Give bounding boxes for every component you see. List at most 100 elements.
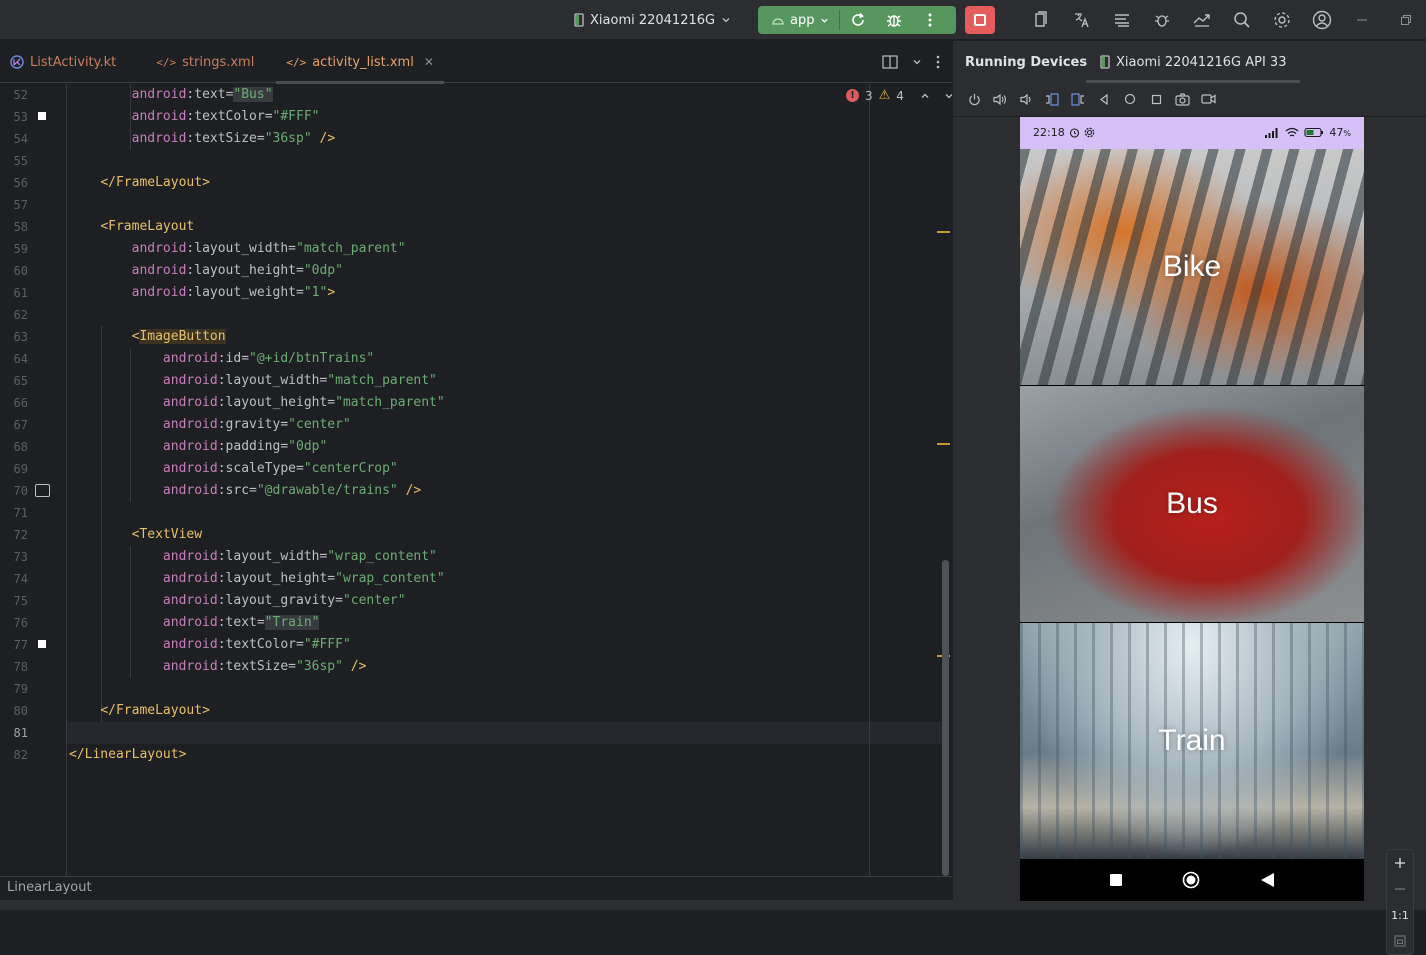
layout-inspector-button[interactable] bbox=[1022, 6, 1062, 34]
tab-activity-list-xml[interactable]: </> activity_list.xml ✕ bbox=[276, 41, 444, 84]
home-button[interactable] bbox=[1117, 89, 1143, 109]
code-line[interactable]: 75 android:layout_gravity="center" bbox=[0, 590, 940, 612]
code-line[interactable]: 52 android:text="Bus" bbox=[0, 84, 940, 106]
chevron-down-icon[interactable] bbox=[944, 91, 952, 101]
fit-screen-button[interactable] bbox=[1387, 928, 1413, 954]
back-nav-icon[interactable] bbox=[1260, 872, 1275, 888]
code-line[interactable]: 60 android:layout_height="0dp" bbox=[0, 260, 940, 282]
line-number: 67 bbox=[13, 418, 28, 432]
code-line[interactable]: 72 <TextView bbox=[0, 524, 940, 546]
train-image-button[interactable]: Train bbox=[1020, 623, 1364, 859]
code-text: android:id="@+id/btnTrains" bbox=[162, 351, 375, 366]
code-line[interactable]: 69 android:scaleType="centerCrop" bbox=[0, 458, 940, 480]
rotate-left-button[interactable] bbox=[1039, 89, 1065, 109]
device-tab[interactable]: Xiaomi 22041216G API 33 bbox=[1086, 41, 1301, 83]
restore-button[interactable] bbox=[1396, 10, 1416, 30]
device-manager-button[interactable] bbox=[1182, 6, 1222, 34]
battery-icon bbox=[1304, 127, 1324, 138]
bus-image-button[interactable]: Bus bbox=[1020, 386, 1364, 622]
code-line[interactable]: 70 android:src="@drawable/trains" /> bbox=[0, 480, 940, 502]
screen-record-button[interactable] bbox=[1195, 89, 1221, 109]
volume-down-button[interactable] bbox=[1013, 89, 1039, 109]
code-line[interactable]: 59 android:layout_width="match_parent" bbox=[0, 238, 940, 260]
code-text: android:layout_width="match_parent" bbox=[131, 241, 406, 256]
split-editor-icon[interactable] bbox=[882, 55, 898, 69]
volume-up-button[interactable] bbox=[987, 89, 1013, 109]
breadcrumb[interactable]: LinearLayout bbox=[7, 880, 92, 895]
code-line[interactable]: 67 android:gravity="center" bbox=[0, 414, 940, 436]
debug-button[interactable] bbox=[876, 6, 912, 34]
zoom-in-button[interactable] bbox=[1387, 850, 1413, 876]
more-actions-button[interactable] bbox=[912, 6, 948, 34]
code-line[interactable]: 82 </LinearLayout> bbox=[0, 744, 940, 766]
code-line[interactable]: 77 android:textColor="#FFF" bbox=[0, 634, 940, 656]
code-line[interactable]: 81 bbox=[0, 722, 940, 744]
code-line[interactable]: 53 android:textColor="#FFF" bbox=[0, 106, 940, 128]
chevron-up-icon[interactable] bbox=[920, 91, 930, 101]
run-config-selector[interactable]: app bbox=[758, 10, 841, 30]
code-text: android:textColor="#FFF" bbox=[131, 109, 320, 124]
account-button[interactable] bbox=[1302, 6, 1342, 34]
apply-changes-button[interactable] bbox=[840, 6, 876, 34]
line-number: 79 bbox=[13, 682, 28, 696]
stop-button[interactable] bbox=[965, 6, 995, 34]
code-line[interactable]: 68 android:padding="0dp" bbox=[0, 436, 940, 458]
user-icon bbox=[1312, 10, 1332, 30]
code-text: android:src="@drawable/trains" /> bbox=[162, 483, 422, 498]
screenshot-button[interactable] bbox=[1169, 89, 1195, 109]
tab-strings-xml[interactable]: </> strings.xml bbox=[146, 41, 264, 83]
code-line[interactable]: 54 android:textSize="36sp" /> bbox=[0, 128, 940, 150]
home-nav-icon[interactable] bbox=[1182, 871, 1200, 889]
close-tab-icon[interactable]: ✕ bbox=[424, 55, 434, 69]
structure-button[interactable] bbox=[1102, 6, 1142, 34]
code-line[interactable]: 79 bbox=[0, 678, 940, 700]
rotate-right-button[interactable] bbox=[1065, 89, 1091, 109]
code-line[interactable]: 65 android:layout_width="match_parent" bbox=[0, 370, 940, 392]
code-line[interactable]: 66 android:layout_height="match_parent" bbox=[0, 392, 940, 414]
color-swatch-icon[interactable] bbox=[37, 111, 47, 121]
device-screen[interactable]: 22:18 47% Bike Bus Train bbox=[1020, 117, 1364, 901]
editor-scrollbar[interactable] bbox=[942, 560, 949, 876]
power-button[interactable] bbox=[961, 89, 987, 109]
minus-icon bbox=[1395, 888, 1405, 890]
recents-icon[interactable] bbox=[1109, 873, 1123, 887]
attach-debugger-button[interactable] bbox=[1142, 6, 1182, 34]
inspection-widget[interactable]: ! 3 ⚠ 4 bbox=[846, 88, 952, 103]
code-line[interactable]: 76 android:text="Train" bbox=[0, 612, 940, 634]
xml-file-icon: </> bbox=[156, 55, 177, 69]
color-swatch-icon[interactable] bbox=[37, 639, 47, 649]
code-line[interactable]: 56 </FrameLayout> bbox=[0, 172, 940, 194]
code-editor[interactable]: 52 android:text="Bus" 53 android:textColo… bbox=[0, 84, 952, 876]
more-vertical-icon[interactable] bbox=[936, 55, 940, 69]
phone-icon bbox=[1100, 55, 1110, 69]
search-button[interactable] bbox=[1222, 6, 1262, 34]
tab-listactivity[interactable]: ListActivity.kt bbox=[0, 41, 126, 83]
code-line[interactable]: 74 android:layout_height="wrap_content" bbox=[0, 568, 940, 590]
device-selector[interactable]: Xiaomi 22041216G bbox=[574, 8, 731, 32]
warning-stripe[interactable] bbox=[937, 231, 950, 233]
code-line[interactable]: 78 android:textSize="36sp" /> bbox=[0, 656, 940, 678]
code-line[interactable]: 61 android:layout_weight="1"> bbox=[0, 282, 940, 304]
image-preview-icon[interactable] bbox=[35, 484, 50, 497]
code-line[interactable]: 80 </FrameLayout> bbox=[0, 700, 940, 722]
code-line[interactable]: 57 bbox=[0, 194, 940, 216]
zoom-out-button[interactable] bbox=[1387, 876, 1413, 902]
code-line[interactable]: 73 android:layout_width="wrap_content" bbox=[0, 546, 940, 568]
chevron-down-icon[interactable] bbox=[912, 57, 922, 67]
code-line[interactable]: 55 bbox=[0, 150, 940, 172]
bike-image-button[interactable]: Bike bbox=[1020, 149, 1364, 385]
actual-size-button[interactable]: 1:1 bbox=[1387, 902, 1413, 928]
warning-stripe[interactable] bbox=[937, 443, 950, 445]
code-line[interactable]: 71 bbox=[0, 502, 940, 524]
code-line[interactable]: 64 android:id="@+id/btnTrains" bbox=[0, 348, 940, 370]
code-line[interactable]: 62 bbox=[0, 304, 940, 326]
overview-button[interactable] bbox=[1143, 89, 1169, 109]
settings-button[interactable] bbox=[1262, 6, 1302, 34]
code-line[interactable]: 58 <FrameLayout bbox=[0, 216, 940, 238]
code-line[interactable]: 63 <ImageButton bbox=[0, 326, 940, 348]
minimize-button[interactable] bbox=[1352, 10, 1372, 30]
translations-button[interactable] bbox=[1062, 6, 1102, 34]
xml-file-icon: </> bbox=[286, 55, 307, 69]
line-number: 56 bbox=[13, 176, 28, 190]
back-button[interactable] bbox=[1091, 89, 1117, 109]
